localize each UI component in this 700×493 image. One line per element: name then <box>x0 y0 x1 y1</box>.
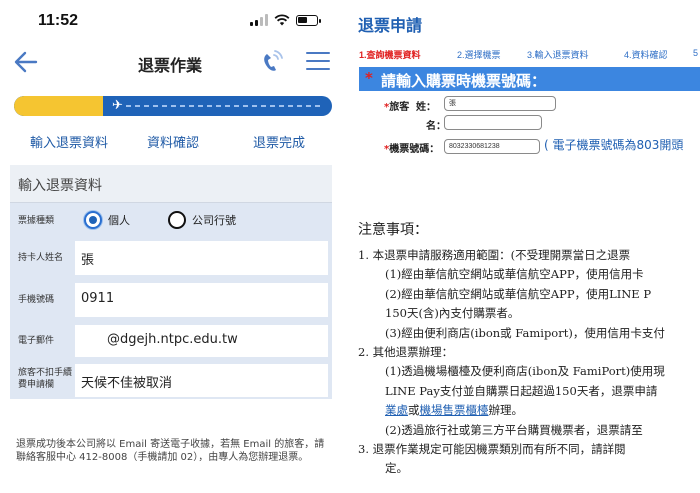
surname-label: 姓： <box>416 102 436 113</box>
refund-form: 輸入退票資料 票據種類 個人 公司行號 持卡人姓名 張 手機號碼 0911 電子… <box>10 165 332 399</box>
step-input: 輸入退票資料 <box>30 135 109 150</box>
banner-text: 請輸入購票時機票號碼： <box>381 73 547 90</box>
business-office-link[interactable]: 業處 <box>385 403 408 417</box>
notes-title: 注意事項： <box>358 222 428 238</box>
phone-row: 手機號碼 0911 <box>10 283 332 317</box>
reason-field[interactable]: 天候不佳被取消 <box>75 364 328 397</box>
radio-company[interactable]: 公司行號 <box>168 211 236 229</box>
note-line-9: 業處或機場售票櫃檯辦理。 <box>358 401 700 420</box>
ticket-type-row: 票據種類 個人 公司行號 <box>10 203 332 239</box>
progress-fill <box>14 96 104 116</box>
form-title: 輸入退票資料 <box>18 178 102 194</box>
note-line-7: (1)透過機場櫃檯及便利商店(ibon及 FamiPort)使用現 <box>385 364 665 379</box>
radio-company-circle <box>168 211 186 229</box>
mobile-screen: 11:52 退票作業 ✈ 輸入退票資料 資料確認 退票完成 輸入退票資料 票據種… <box>0 0 340 493</box>
note-line-11: 3. 退票作業規定可能因機票類別而有所不同，請詳閱 <box>358 442 626 457</box>
note-line-4: 150天(含)內支付購票者。 <box>385 306 520 321</box>
note-line-1: 1. 本退票申請服務適用範圍：(不受理開票當日之退票 <box>358 248 631 262</box>
radio-personal-label: 個人 <box>108 214 130 227</box>
note-line-2: (1)經由華信航空網站或華信航空APP，使用信用卡 <box>385 267 644 282</box>
reason-value: 天候不佳被取消 <box>81 376 173 391</box>
web-title: 退票申請 <box>358 18 423 35</box>
reason-label: 旅客不扣手續費申請欄 <box>18 368 73 390</box>
ticket-number-banner: * 請輸入購票時機票號碼： <box>359 67 700 91</box>
progress-bar: ✈ <box>14 96 332 116</box>
page-title: 退票作業 <box>137 58 202 75</box>
web-step-3: 3.輸入退票資料 <box>527 50 589 60</box>
form-header: 輸入退票資料 <box>10 165 332 203</box>
web-step-4: 4.資料確認 <box>624 50 668 60</box>
note-line-3: (2)經由華信航空網站或華信航空APP，使用LINE P <box>385 286 652 301</box>
battery-icon <box>296 15 321 26</box>
note-line-12: 定。 <box>385 461 408 476</box>
phone-field[interactable]: 0911 <box>75 283 328 317</box>
status-icons <box>250 14 321 26</box>
phone-icon[interactable] <box>258 48 284 76</box>
name-label: 持卡人姓名 <box>18 253 64 263</box>
name-field[interactable]: 張 <box>75 241 328 275</box>
web-page: 退票申請 1.查詢機票資料 2.選擇機票 3.輸入退票資料 4.資料確認 5 *… <box>340 0 700 493</box>
ticket-number-hint: ( 電子機票號碼為803開頭 <box>544 138 684 152</box>
status-time: 11:52 <box>38 12 79 29</box>
note-line-10: (2)透過旅行社或第三方平台購買機票者，退票請至 <box>385 422 643 437</box>
signal-icon <box>250 14 268 26</box>
ticket-type-label: 票據種類 <box>18 216 55 226</box>
note-link-end: 辦理。 <box>488 403 524 418</box>
given-name-label: 名： <box>426 121 446 132</box>
traveler-label: *旅客 <box>384 102 410 113</box>
surname-input[interactable]: 張 <box>444 96 556 111</box>
note-line-5: (3)經由便利商店(ibon或 Famiport)，使用信用卡支付 <box>385 325 665 340</box>
hamburger-menu-icon[interactable] <box>306 52 330 74</box>
radio-personal-circle <box>84 211 102 229</box>
radio-company-label: 公司行號 <box>192 214 236 227</box>
phone-value: 0911 <box>81 291 115 306</box>
progress-track-dashes <box>126 105 322 107</box>
web-step-nav: 1.查詢機票資料 2.選擇機票 3.輸入退票資料 4.資料確認 5 <box>359 48 700 62</box>
name-value: 張 <box>81 253 95 268</box>
refund-note: 退票成功後本公司將以 Email 寄送電子收據，若無 Email 的旅客，請聯絡… <box>16 439 325 463</box>
notes-list: 1. 本退票申請服務適用範圍：(不受理開票當日之退票 (1)經由華信航空網站或華… <box>358 246 700 479</box>
given-name-input[interactable] <box>444 115 542 130</box>
ticket-number-input[interactable]: 8032330681238 <box>444 139 540 154</box>
email-field[interactable]: @dgejh.ntpc.edu.tw <box>75 325 328 357</box>
web-step-2: 2.選擇機票 <box>457 50 501 60</box>
required-star: * <box>365 69 373 87</box>
step-confirm: 資料確認 <box>147 135 200 150</box>
note-line-6: 2. 其他退票辦理： <box>358 345 454 360</box>
note-line-8: LINE Pay支付並自購票日起超過150天者，退票申請 <box>385 383 658 398</box>
web-step-1: 1.查詢機票資料 <box>359 50 421 60</box>
step-complete: 退票完成 <box>253 135 306 150</box>
note-link-separator: 或 <box>408 403 420 418</box>
reason-row: 旅客不扣手續費申請欄 天候不佳被取消 <box>10 364 332 397</box>
airport-counter-link[interactable]: 機場售票櫃檯 <box>420 403 489 417</box>
web-step-5: 5 <box>693 48 699 58</box>
airplane-icon: ✈ <box>112 98 123 113</box>
wifi-icon <box>274 14 290 26</box>
ticket-number-label: *機票號碼： <box>384 144 440 155</box>
email-row: 電子郵件 @dgejh.ntpc.edu.tw <box>10 325 332 357</box>
email-value: @dgejh.ntpc.edu.tw <box>107 332 238 347</box>
email-label: 電子郵件 <box>18 336 55 346</box>
radio-personal[interactable]: 個人 <box>84 211 130 229</box>
name-row: 持卡人姓名 張 <box>10 241 332 275</box>
phone-label: 手機號碼 <box>18 295 55 305</box>
top-nav: 退票作業 <box>0 46 340 78</box>
